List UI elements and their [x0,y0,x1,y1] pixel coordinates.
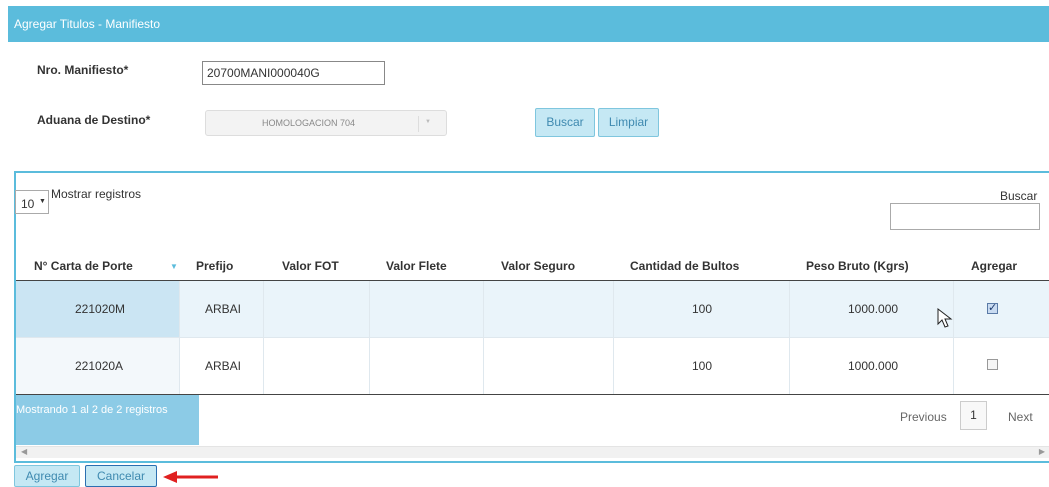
manifest-label: Nro. Manifiesto* [37,63,129,77]
column-header-carta[interactable]: N° Carta de Porte [34,259,133,273]
column-divider [483,281,484,394]
caret-down-icon: ▼ [39,198,46,205]
cell-peso: 1000.000 [848,359,899,373]
red-arrow-icon [163,471,218,483]
column-header-fot[interactable]: Valor FOT [282,259,339,273]
cell-prefijo: ARBAI [205,302,242,316]
scroll-left-icon[interactable]: ◀ [21,447,27,456]
table-search-label: Buscar [1000,189,1038,203]
agregar-checkbox-row-2[interactable] [987,359,998,370]
add-button[interactable]: Agregar [14,465,80,487]
row-divider [16,337,1049,338]
aduana-label: Aduana de Destino* [37,113,151,127]
column-divider [263,281,264,394]
cell-prefijo: ARBAI [205,359,242,373]
scroll-right-icon[interactable]: ▶ [1039,447,1045,456]
column-header-flete[interactable]: Valor Flete [386,259,447,273]
select-separator [418,116,419,132]
table-info-text: Mostrando 1 al 2 de 2 registros [16,404,168,416]
clear-button[interactable]: Limpiar [598,108,659,137]
column-header-prefijo[interactable]: Prefijo [196,259,233,273]
column-divider [369,281,370,394]
caret-down-icon: ▼ [425,119,431,125]
pagination-previous[interactable]: Previous [900,410,947,424]
manifest-number-input[interactable] [202,61,385,85]
column-divider [613,281,614,394]
table-info: Mostrando 1 al 2 de 2 registros [16,395,199,445]
cell-bultos: 100 [692,302,713,316]
column-divider [953,281,954,394]
column-header-agregar[interactable]: Agregar [971,259,1017,273]
column-header-bultos[interactable]: Cantidad de Bultos [630,259,739,273]
page-length-select[interactable]: 10 ▼ [15,190,49,214]
mouse-pointer-icon [937,308,953,328]
table-search-input[interactable] [890,203,1040,230]
dialog-title: Agregar Titulos - Manifiesto [14,17,161,31]
column-header-seguro[interactable]: Valor Seguro [501,259,575,273]
cell-carta: 221020M [75,302,126,316]
pagination-next[interactable]: Next [1008,410,1033,424]
page-length-value: 10 [21,197,35,211]
dialog-titlebar: Agregar Titulos - Manifiesto [8,6,1049,42]
pagination-page[interactable]: 1 [960,401,987,430]
cell-peso: 1000.000 [848,302,899,316]
cancel-button[interactable]: Cancelar [85,465,157,487]
column-divider [789,281,790,394]
agregar-checkbox-row-1[interactable] [987,301,998,314]
search-button[interactable]: Buscar [535,108,595,137]
horizontal-scrollbar[interactable]: ◀ ▶ [16,446,1049,458]
cell-bultos: 100 [692,359,713,373]
column-header-peso[interactable]: Peso Bruto (Kgrs) [806,259,909,273]
cell-carta: 221020A [75,359,124,373]
column-divider [179,281,180,394]
aduana-select-value: HOMOLOGACION 704 [262,118,356,128]
page-length-label: Mostrar registros [51,187,142,201]
aduana-select[interactable]: HOMOLOGACION 704 ▼ [205,110,447,136]
sort-desc-icon[interactable]: ▼ [170,262,178,271]
